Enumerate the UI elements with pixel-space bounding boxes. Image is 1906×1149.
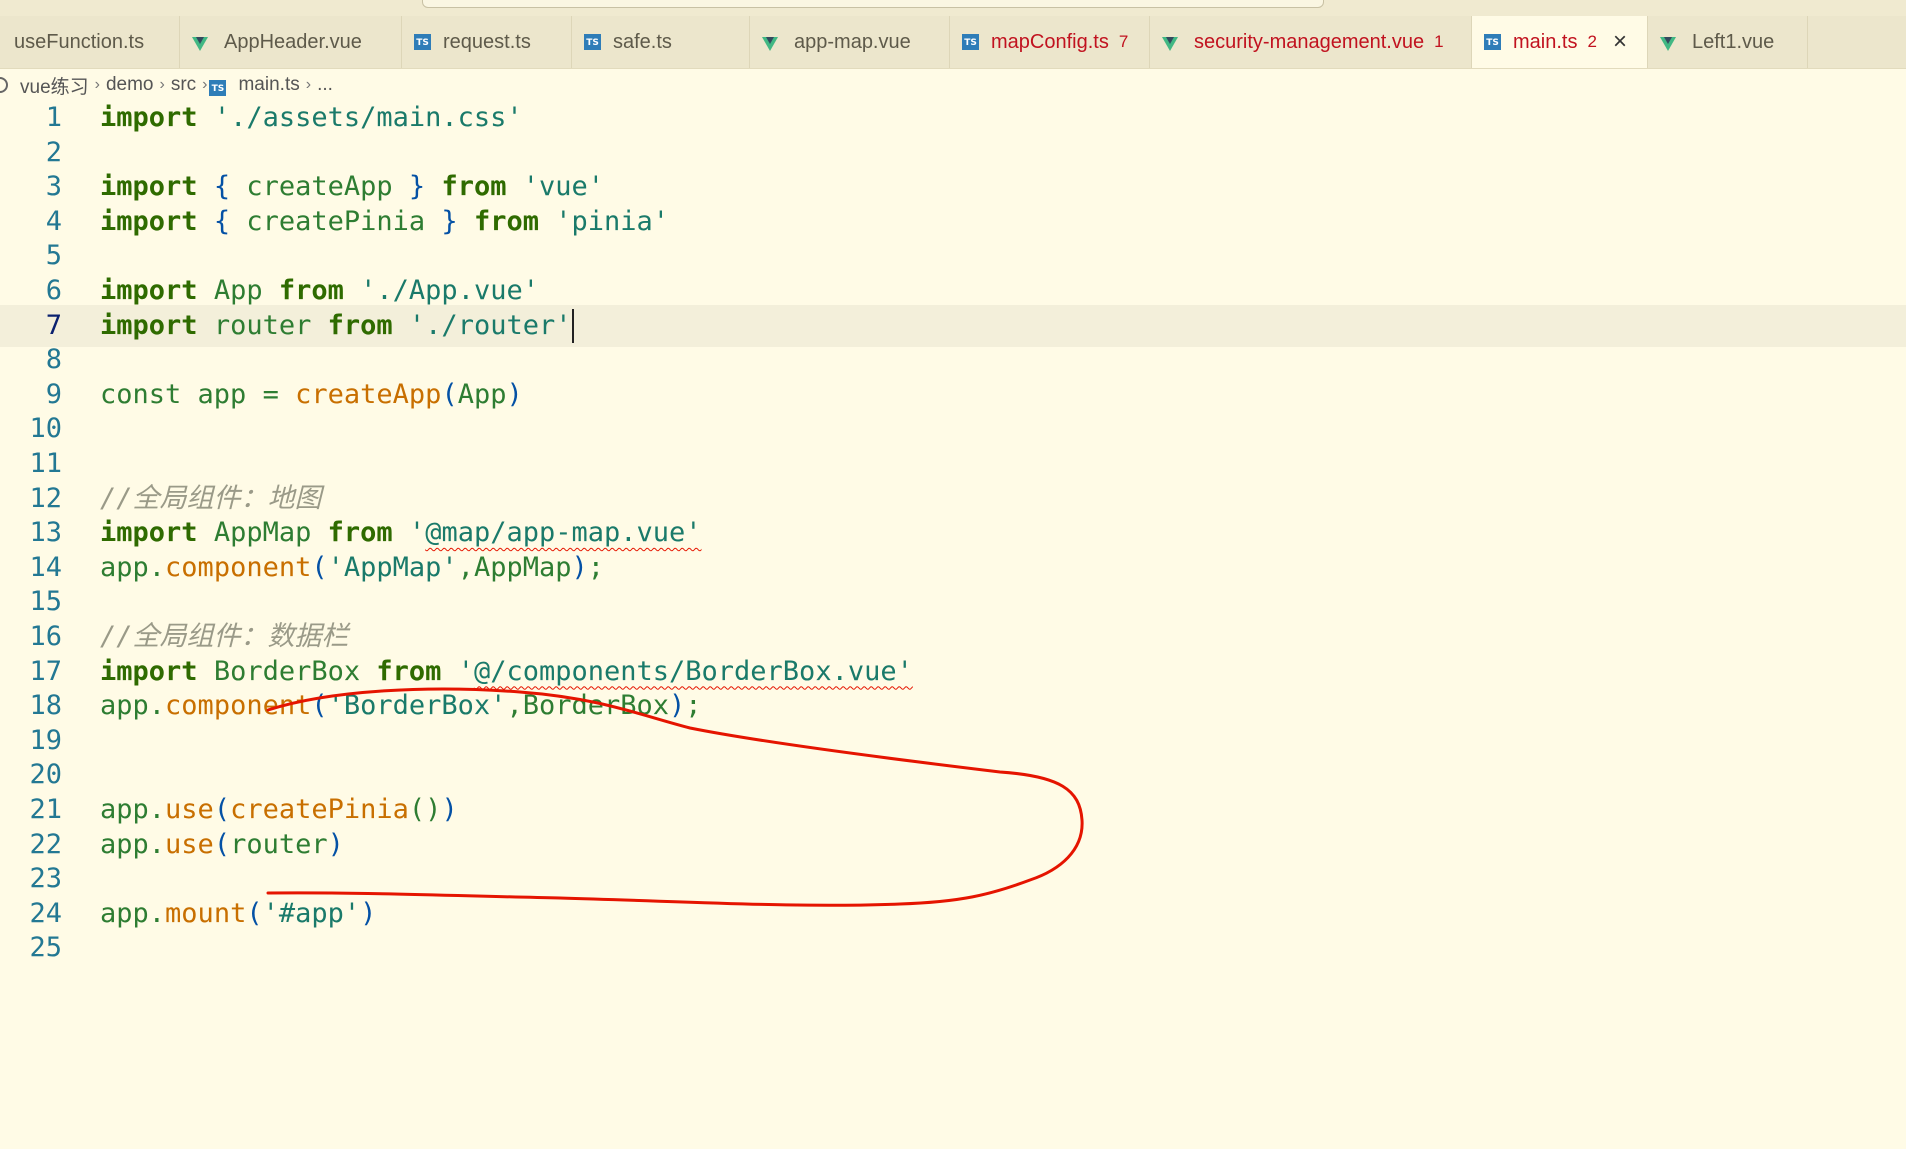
typescript-file-icon: TS [414, 34, 431, 50]
tab-left1-vue[interactable]: Left1.vue [1648, 16, 1808, 68]
line-number: 25 [29, 932, 62, 964]
tab-label: security-management.vue [1194, 30, 1425, 53]
vue-file-icon [1660, 37, 1676, 51]
problem-count-badge: 2 [1587, 32, 1597, 51]
close-tab-icon[interactable]: × [1613, 30, 1627, 54]
tab-label: useFunction.ts [14, 30, 145, 53]
chevron-right-icon: › [202, 76, 208, 93]
vue-file-icon [1162, 37, 1178, 51]
chevron-right-icon: › [159, 76, 165, 93]
typescript-file-icon: TS [209, 74, 234, 97]
tab-label: safe.ts [613, 30, 672, 53]
breadcrumb: vue练习 › demo › src › TS main.ts ›... [0, 70, 1906, 100]
breadcrumb-item[interactable]: demo [106, 74, 154, 96]
tab-label: Left1.vue [1692, 30, 1775, 53]
typescript-file-icon: TS [584, 34, 601, 50]
command-center[interactable] [422, 0, 1324, 8]
problem-count-badge: 7 [1118, 32, 1129, 51]
code-editor[interactable]: 1 import './assets/main.css' 2 3 import { cr… [0, 101, 1906, 1149]
typescript-file-icon: TS [962, 34, 979, 50]
tab-safe-ts[interactable]: TS safe.ts [572, 16, 750, 68]
chevron-right-icon: › [305, 76, 312, 93]
breadcrumb-item[interactable]: main.ts [238, 74, 299, 96]
breadcrumb-item[interactable]: ... [317, 74, 333, 96]
folder-circle-icon [0, 77, 8, 93]
breadcrumb-item[interactable]: src [171, 74, 196, 96]
typescript-file-icon: TS [1484, 34, 1501, 50]
text-cursor [572, 309, 575, 344]
tab-label: mapConfig.ts [991, 30, 1109, 53]
tab-security-management-vue[interactable]: security-management.vue 1 [1150, 16, 1472, 68]
vue-file-icon [192, 37, 208, 51]
tab-app-map-vue[interactable]: app-map.vue [750, 16, 950, 68]
code-line[interactable]: 25 [0, 927, 1906, 969]
tab-usefunction-ts[interactable]: useFunction.ts [0, 16, 180, 68]
chevron-right-icon: › [94, 76, 100, 93]
tab-label: app-map.vue [794, 30, 911, 53]
problem-count-badge: 1 [1434, 32, 1444, 51]
editor-tab-bar: useFunction.ts AppHeader.vue TS request.ts T… [0, 16, 1906, 69]
breadcrumb-item[interactable]: vue练习 [20, 72, 89, 99]
tab-appheader-vue[interactable]: AppHeader.vue [180, 16, 402, 68]
title-bar [0, 0, 1906, 16]
tab-mapconfig-ts[interactable]: TS mapConfig.ts 7 [950, 16, 1150, 68]
tab-label: request.ts [443, 30, 531, 53]
tab-label: main.ts [1513, 30, 1578, 53]
tab-request-ts[interactable]: TS request.ts [402, 16, 572, 68]
tab-main-ts[interactable]: TS main.ts 2 × [1472, 16, 1648, 68]
vue-file-icon [762, 37, 778, 51]
tab-label: AppHeader.vue [224, 30, 362, 53]
